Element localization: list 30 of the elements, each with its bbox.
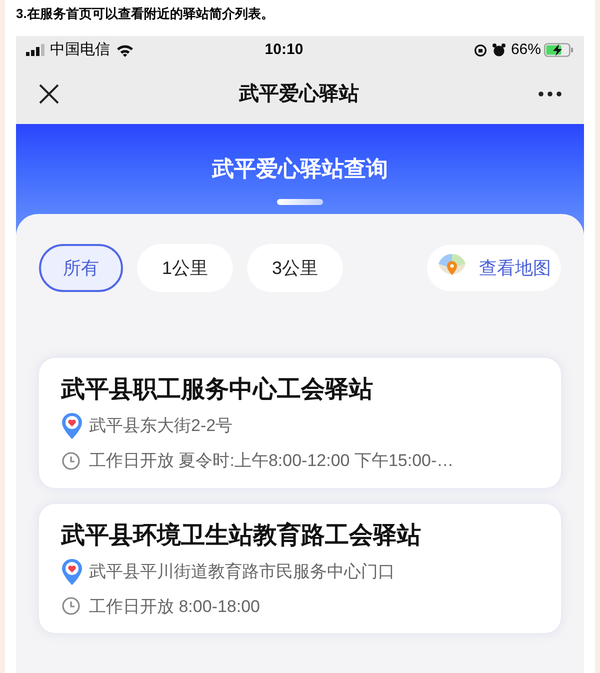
clock-icon — [61, 450, 81, 471]
filter-chip[interactable]: 3公里 — [247, 244, 343, 292]
filter-chip[interactable]: 所有 — [39, 244, 123, 292]
banner-title: 武平爱心驿站查询 — [212, 155, 388, 183]
clock-icon — [61, 596, 81, 616]
clock-time: 10:10 — [264, 40, 304, 60]
station-card[interactable]: 武平县环境卫生站教育路工会驿站 武平县平川街道教育路市民服务中心门口 工作日开放 8:00-18:00 — [39, 504, 561, 633]
heart-pin-icon — [61, 412, 83, 440]
opening-hours: 工作日开放 夏令时:上午8:00-12:00 下午15:00-… — [89, 450, 454, 472]
station-address: 武平县平川街道教育路市民服务中心门口 — [89, 560, 395, 583]
caption: 3.在服务首页可以查看附近的驿站简介列表。 — [15, 5, 275, 23]
station-name: 武平县环境卫生站教育路工会驿站 — [61, 520, 422, 550]
opening-hours: 工作日开放 8:00-18:00 — [89, 596, 260, 618]
alarm-icon — [492, 43, 506, 57]
station-card[interactable]: 武平县职工服务中心工会驿站 武平县东大街2-2号 工作日开放 夏令时:上午8:00-12:00 下午15:00-… — [39, 358, 561, 488]
rotation-lock-icon — [474, 44, 487, 56]
station-name: 武平县职工服务中心工会驿站 — [61, 375, 374, 405]
more-icon[interactable] — [538, 91, 562, 97]
close-icon[interactable] — [38, 83, 60, 105]
charging-battery-icon — [544, 43, 574, 57]
battery-percent: 66% — [510, 40, 541, 60]
signal-icon — [26, 44, 46, 56]
station-address: 武平县东大街2-2号 — [89, 415, 233, 438]
heart-pin-icon — [61, 558, 83, 586]
banner-indicator — [277, 199, 323, 205]
wifi-icon — [116, 44, 134, 56]
filter-chip[interactable]: 1公里 — [137, 244, 233, 292]
view-map-button[interactable]: 查看地图 — [427, 245, 561, 291]
carrier-name: 中国电信 — [50, 40, 110, 60]
nav-title: 武平爱心驿站 — [239, 82, 359, 107]
